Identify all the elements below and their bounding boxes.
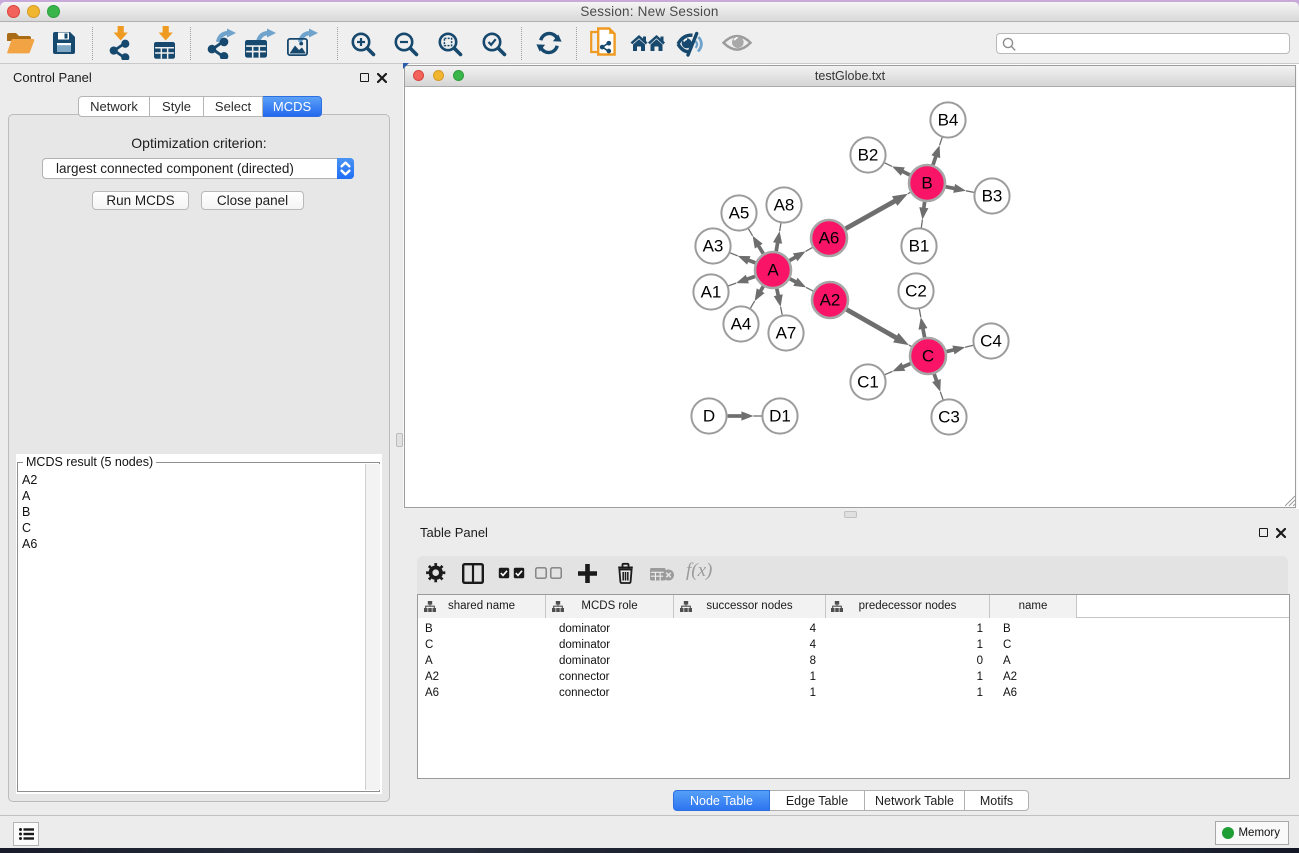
svg-text:C: C — [922, 347, 934, 366]
svg-text:A6: A6 — [819, 229, 840, 248]
svg-text:B: B — [921, 174, 932, 193]
svg-text:A: A — [767, 261, 779, 280]
svg-text:C1: C1 — [857, 373, 879, 392]
svg-text:C2: C2 — [905, 282, 927, 301]
svg-text:A3: A3 — [703, 237, 724, 256]
svg-text:A8: A8 — [774, 196, 795, 215]
svg-text:B2: B2 — [858, 146, 879, 165]
svg-text:C4: C4 — [980, 332, 1002, 351]
svg-text:D: D — [703, 407, 715, 426]
svg-text:A7: A7 — [776, 324, 797, 343]
svg-text:A5: A5 — [729, 204, 750, 223]
svg-text:B3: B3 — [982, 187, 1003, 206]
svg-text:C3: C3 — [938, 408, 960, 427]
svg-text:A1: A1 — [701, 283, 722, 302]
svg-text:D1: D1 — [769, 407, 791, 426]
svg-text:A2: A2 — [820, 291, 841, 310]
svg-text:A4: A4 — [731, 315, 752, 334]
svg-text:B1: B1 — [909, 237, 930, 256]
svg-text:B4: B4 — [938, 111, 959, 130]
